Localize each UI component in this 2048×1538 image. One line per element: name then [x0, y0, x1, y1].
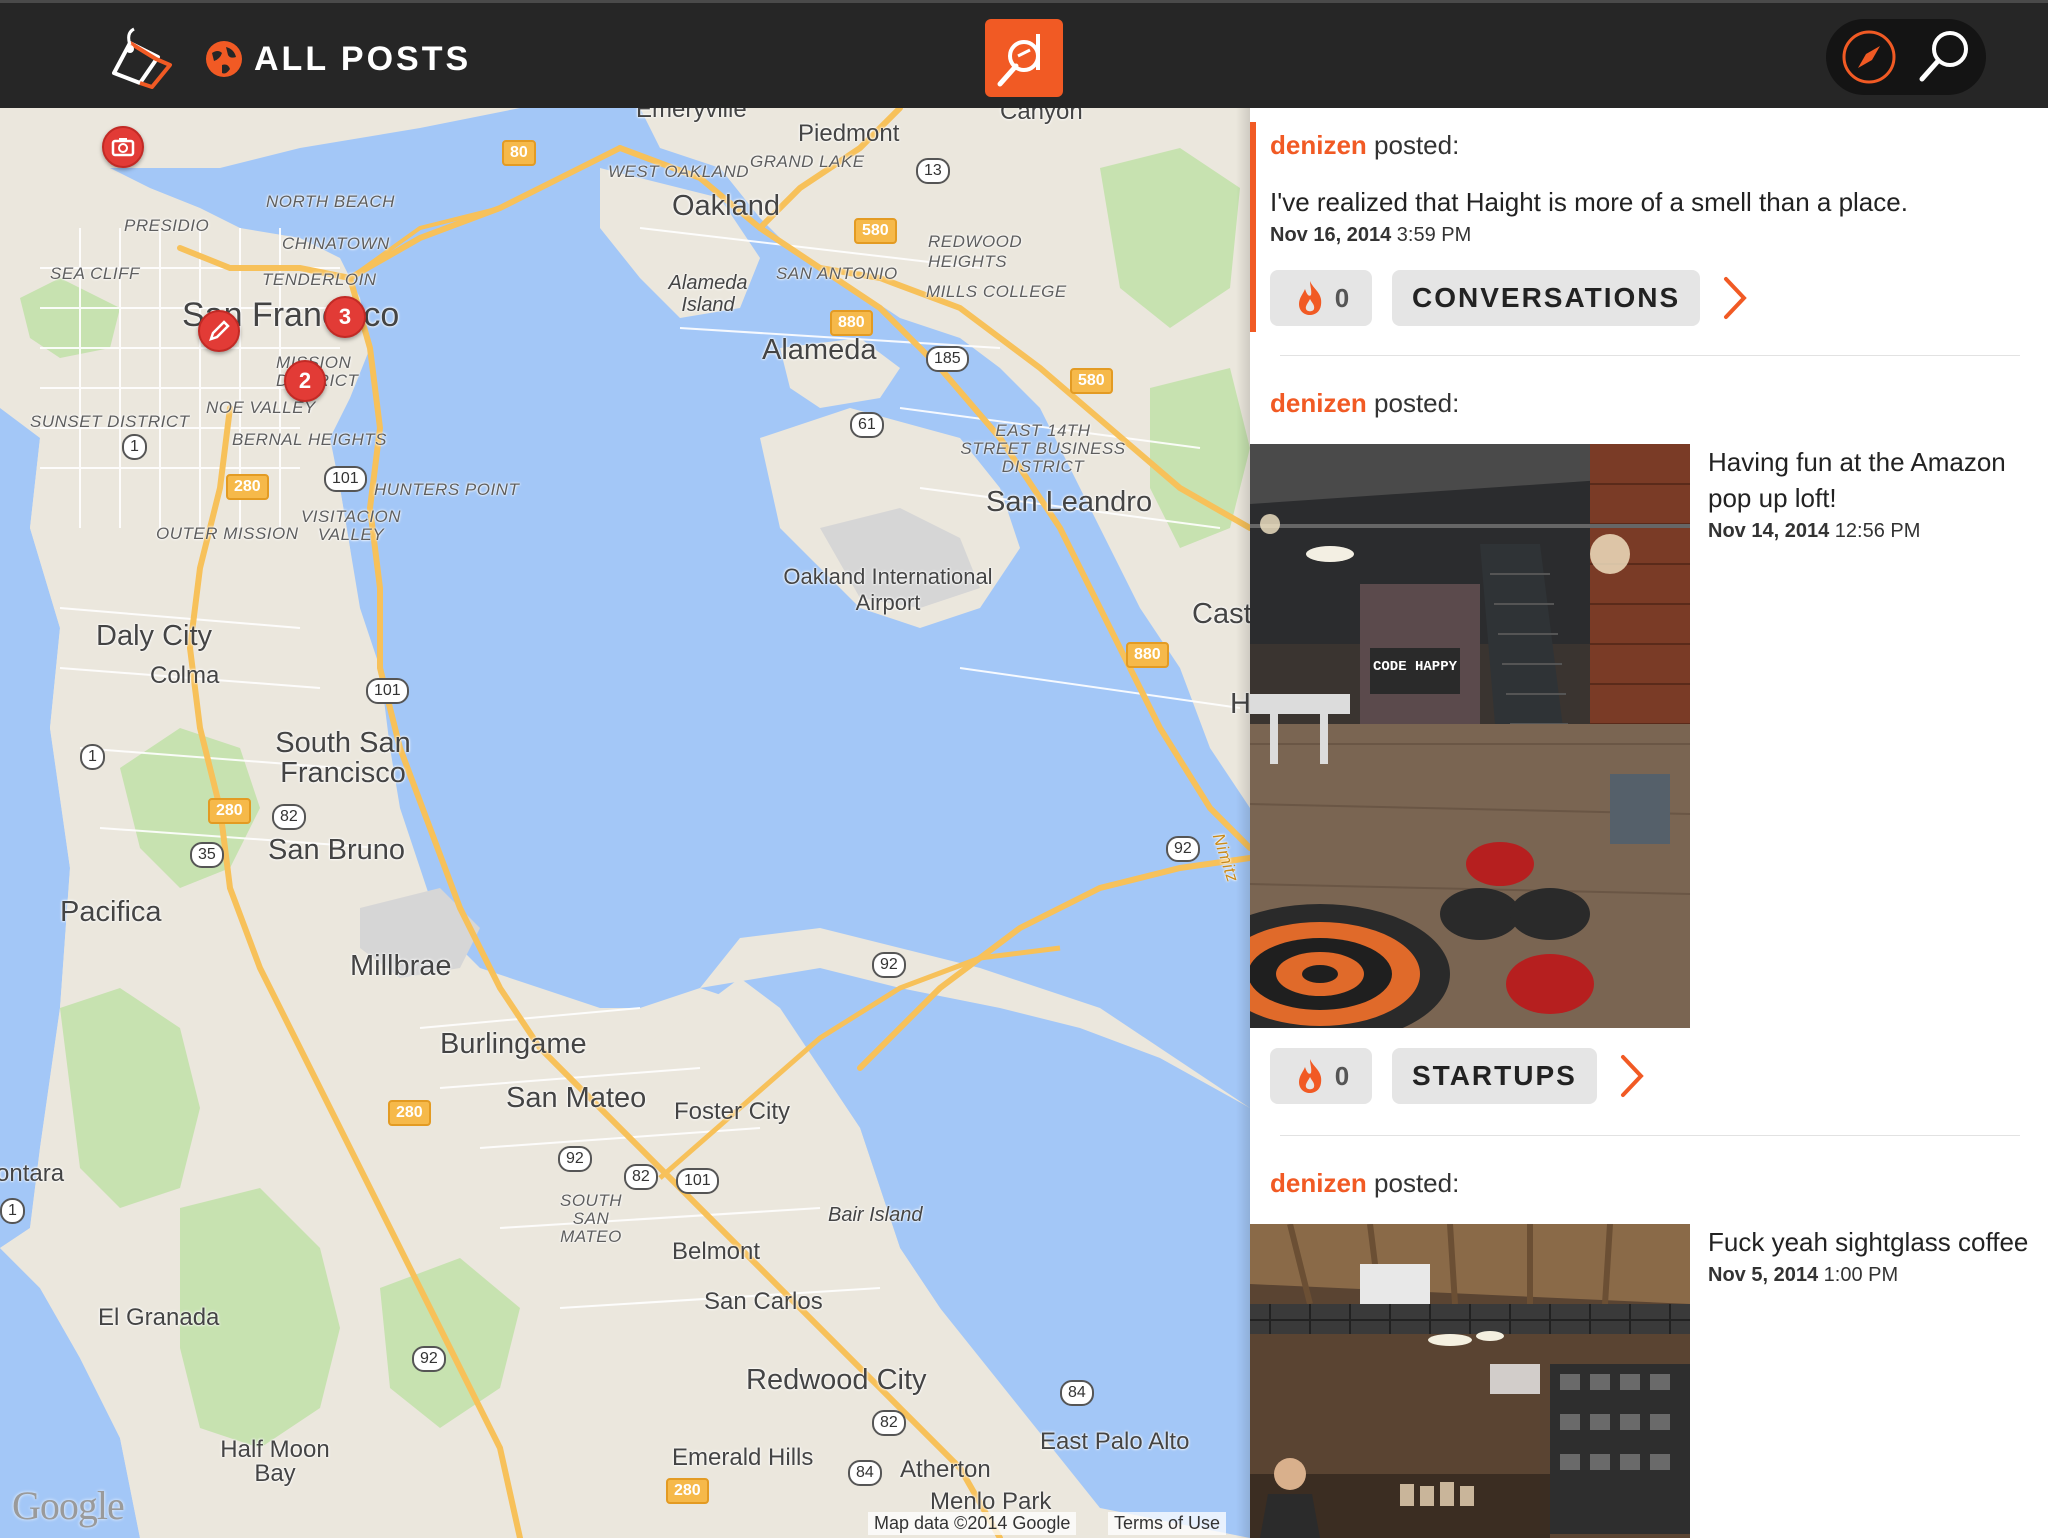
route-shield: 280 [208, 798, 251, 824]
post-photo[interactable]: CODE HAPPY [1250, 444, 1690, 1028]
cluster-marker[interactable]: 2 [284, 360, 326, 402]
post-card: denizen posted: Fuck yeah sightglass cof… [1250, 1138, 2048, 1538]
post-verb: posted: [1374, 1168, 1460, 1198]
route-shield: 13 [916, 158, 950, 184]
route-shield: 1 [0, 1198, 25, 1224]
post-actions: 0 STARTUPS [1270, 1048, 1647, 1104]
post-timestamp: Nov 5, 2014 1:00 PM [1708, 1264, 1898, 1287]
all-posts-label: ALL POSTS [254, 39, 472, 78]
pencil-pin-icon[interactable] [198, 310, 240, 352]
route-shield: 1 [80, 744, 105, 770]
route-shield: 80 [502, 140, 536, 166]
post-divider [1280, 355, 2020, 356]
all-posts-nav[interactable]: ALL POSTS [204, 37, 471, 81]
photo-sign-text: CODE HAPPY [1373, 659, 1458, 675]
category-tag-button[interactable]: CONVERSATIONS [1392, 270, 1701, 326]
route-shield: 61 [850, 412, 884, 438]
like-count: 0 [1334, 282, 1350, 313]
map-attribution: Map data ©2014 Google [868, 1512, 1077, 1535]
category-tag-button[interactable]: STARTUPS [1392, 1048, 1597, 1104]
post-time: 12:56 PM [1834, 520, 1921, 542]
post-author[interactable]: denizen [1270, 130, 1367, 160]
like-button[interactable]: 0 [1270, 270, 1372, 326]
route-shield: 84 [848, 1460, 882, 1486]
active-post-indicator [1250, 122, 1256, 332]
post-timestamp: Nov 14, 2014 12:56 PM [1708, 520, 1920, 543]
chevron-right-icon[interactable] [1617, 1053, 1647, 1099]
route-shield: 580 [854, 218, 897, 244]
post-verb: posted: [1374, 388, 1460, 418]
post-text: Having fun at the Amazon pop up loft! [1708, 447, 2006, 513]
flame-icon [1298, 1059, 1322, 1093]
post-feed[interactable]: denizen posted: I've realized that Haigh… [1250, 108, 2048, 1538]
route-shield: 880 [830, 310, 873, 336]
like-count: 0 [1334, 1060, 1350, 1091]
route-shield: 101 [324, 466, 367, 492]
post-author[interactable]: denizen [1270, 1168, 1367, 1198]
logo-icon[interactable] [985, 19, 1063, 97]
route-shield: 92 [558, 1146, 592, 1172]
post-date: Nov 5, 2014 [1708, 1264, 1819, 1286]
top-bar: ALL POSTS [0, 0, 2048, 108]
post-photo[interactable] [1250, 1224, 1690, 1538]
post-divider [1280, 1135, 2020, 1136]
post-verb: posted: [1374, 130, 1460, 160]
map-base [0, 108, 1250, 1538]
cluster-marker[interactable]: 3 [324, 296, 366, 338]
post-time: 3:59 PM [1396, 224, 1472, 246]
route-shield: 101 [366, 678, 409, 704]
route-shield: 280 [388, 1100, 431, 1126]
post-actions: 0 CONVERSATIONS [1270, 270, 1750, 326]
search-icon[interactable] [1914, 27, 1974, 87]
post-card: denizen posted: CODE HAPPY Having fun at… [1250, 358, 2048, 1138]
route-shield: 35 [190, 842, 224, 868]
route-shield: 880 [1126, 642, 1169, 668]
route-shield: 82 [624, 1164, 658, 1190]
terms-link[interactable]: Terms of Use [1108, 1512, 1227, 1535]
route-shield: 280 [226, 474, 269, 500]
compass-icon[interactable] [1840, 28, 1898, 86]
post-author[interactable]: denizen [1270, 388, 1367, 418]
map-tools [1826, 19, 1986, 95]
post-timestamp: Nov 16, 2014 3:59 PM [1270, 224, 1471, 247]
route-shield: 1 [122, 434, 147, 460]
route-shield: 580 [1070, 368, 1113, 394]
route-shield: 185 [926, 346, 969, 372]
chevron-right-icon[interactable] [1720, 275, 1750, 321]
post-header: denizen posted: [1270, 130, 1459, 161]
route-shield: 82 [272, 804, 306, 830]
route-shield: 92 [1166, 836, 1200, 862]
route-shield: 82 [872, 1410, 906, 1436]
map-view[interactable]: Emeryville Piedmont Canyon WEST OAKLAND … [0, 108, 1250, 1538]
route-shield: 101 [676, 1168, 719, 1194]
post-date: Nov 16, 2014 [1270, 224, 1392, 246]
post-header: denizen posted: [1270, 388, 1459, 419]
google-logo: Google [12, 1483, 125, 1528]
route-shield: 280 [666, 1478, 709, 1504]
flame-icon [1298, 281, 1322, 315]
post-header: denizen posted: [1270, 1168, 1459, 1199]
globe-icon [206, 41, 242, 77]
post-text: I've realized that Haight is more of a s… [1270, 187, 1908, 217]
route-shield: 92 [872, 952, 906, 978]
post-date: Nov 14, 2014 [1708, 520, 1830, 542]
route-shield: 84 [1060, 1380, 1094, 1406]
route-shield: 92 [412, 1346, 446, 1372]
post-text: Fuck yeah sightglass coffee [1708, 1227, 2029, 1257]
brand-tag-icon[interactable] [100, 25, 176, 91]
post-time: 1:00 PM [1823, 1264, 1899, 1286]
post-card: denizen posted: I've realized that Haigh… [1250, 108, 2048, 358]
camera-pin-icon[interactable] [102, 126, 144, 168]
like-button[interactable]: 0 [1270, 1048, 1372, 1104]
